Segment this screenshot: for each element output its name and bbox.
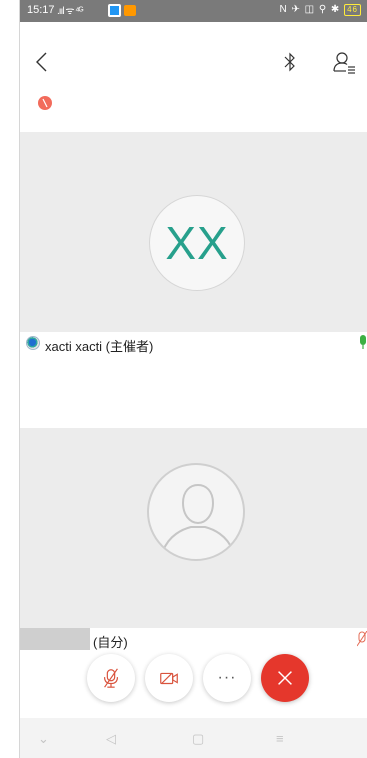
meeting-header: [20, 22, 367, 132]
notification-app-icon-2: [124, 5, 136, 16]
signal-icons: .ııl ᯤ ⁴ᴳ: [57, 6, 83, 17]
status-time: 15:17: [27, 4, 55, 16]
participant-name-bar-self: (自分): [20, 628, 367, 650]
nav-home-icon[interactable]: ▢: [192, 731, 204, 747]
status-bar: 15:17 .ııl ᯤ ⁴ᴳ N ✈ ◫ ⚲ ✱ 46: [20, 0, 367, 22]
default-avatar-icon: [147, 463, 245, 561]
video-tile-host[interactable]: XX: [20, 132, 367, 332]
system-nav-bar: ⌄ ◁ ▢ ≡: [20, 718, 367, 758]
video-toggle-button[interactable]: [145, 654, 193, 702]
microphone-muted-icon: [357, 631, 367, 647]
participants-list-icon[interactable]: [332, 50, 356, 74]
left-edge-bar: [0, 0, 20, 758]
more-options-button[interactable]: ···: [203, 654, 251, 702]
call-controls: ···: [20, 650, 367, 710]
avatar: XX: [149, 195, 245, 291]
participant-name: xacti xacti (主催者): [45, 339, 154, 354]
video-tile-self[interactable]: [20, 428, 367, 628]
self-label: (自分): [93, 635, 128, 650]
bluetooth-icon[interactable]: [281, 50, 299, 74]
nav-collapse-icon[interactable]: ⌄: [38, 731, 49, 747]
status-right-icons: N ✈ ◫ ⚲ ✱ 46: [279, 4, 361, 16]
camera-off-icon: [160, 672, 178, 685]
more-dots-icon: ···: [217, 669, 237, 686]
microphone-active-icon: [360, 335, 366, 349]
notification-app-icon: [108, 4, 121, 17]
chevron-left-icon[interactable]: [32, 50, 52, 74]
mute-toggle-button[interactable]: [87, 654, 135, 702]
nav-menu-icon[interactable]: ≡: [276, 731, 284, 746]
participant-name-bar-host: xacti xacti (主催者): [20, 332, 367, 354]
meeting-screen: 15:17 .ııl ᯤ ⁴ᴳ N ✈ ◫ ⚲ ✱ 46 XX xacti xa…: [20, 0, 367, 758]
system-status-icons: N ✈ ◫ ⚲ ✱: [279, 4, 341, 15]
microphone-muted-icon: [103, 668, 119, 688]
close-icon: [278, 671, 292, 685]
end-call-button[interactable]: [261, 654, 309, 702]
nav-back-icon[interactable]: ◁: [106, 731, 116, 747]
redacted-name: [20, 628, 90, 650]
muted-mic-small-icon: [42, 98, 48, 108]
battery-icon: 46: [344, 4, 361, 16]
recording-indicator-icon: [38, 96, 52, 110]
host-app-icon: [26, 336, 40, 350]
